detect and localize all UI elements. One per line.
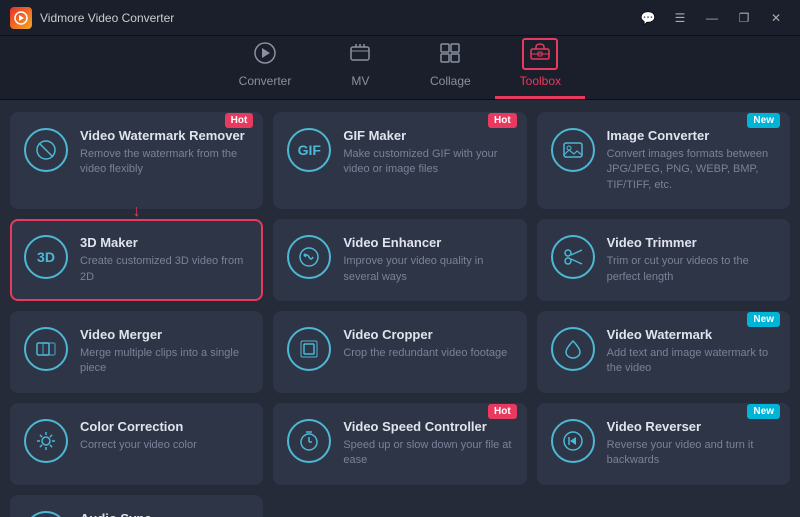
tool-card-video-watermark[interactable]: New Video Watermark Add text and image w…	[537, 311, 790, 393]
tool-info-color-correction: Color Correction Correct your video colo…	[80, 419, 249, 453]
tool-name-image-converter: Image Converter	[607, 128, 776, 143]
tool-info-gif-maker: GIF Maker Make customized GIF with your …	[343, 128, 512, 178]
tool-card-video-merger[interactable]: Video Merger Merge multiple clips into a…	[10, 311, 263, 393]
badge-video-reverser: New	[747, 404, 780, 419]
tool-info-video-speed-controller: Video Speed Controller Speed up or slow …	[343, 419, 512, 469]
tool-icon-video-speed-controller	[287, 419, 331, 463]
arrow-indicator: ↓	[133, 203, 141, 221]
tab-converter[interactable]: Converter	[215, 34, 316, 99]
tool-icon-video-cropper	[287, 327, 331, 371]
tool-name-gif-maker: GIF Maker	[343, 128, 512, 143]
tool-info-video-cropper: Video Cropper Crop the redundant video f…	[343, 327, 512, 361]
tool-info-video-reverser: Video Reverser Reverse your video and tu…	[607, 419, 776, 469]
toolbox-icon	[522, 38, 558, 70]
tool-icon-video-merger	[24, 327, 68, 371]
tool-icon-gif-maker: GIF	[287, 128, 331, 172]
tool-icon-image-converter	[551, 128, 595, 172]
close-button[interactable]: ✕	[762, 8, 790, 28]
tool-icon-video-enhancer	[287, 235, 331, 279]
badge-video-watermark-remover: Hot	[225, 113, 254, 128]
tool-card-gif-maker[interactable]: Hot GIF GIF Maker Make customized GIF wi…	[273, 112, 526, 209]
tool-card-video-enhancer[interactable]: Video Enhancer Improve your video qualit…	[273, 219, 526, 301]
tool-card-audio-sync[interactable]: Audio Sync	[10, 495, 263, 517]
nav-tabs: Converter MV Collage	[0, 36, 800, 100]
titlebar-controls: 💬 ☰ — ❐ ✕	[634, 8, 790, 28]
tool-desc-gif-maker: Make customized GIF with your video or i…	[343, 147, 512, 178]
tool-name-audio-sync: Audio Sync	[80, 511, 249, 517]
tool-icon-video-watermark	[551, 327, 595, 371]
app-logo	[10, 7, 32, 29]
tool-card-video-trimmer[interactable]: Video Trimmer Trim or cut your videos to…	[537, 219, 790, 301]
titlebar-left: Vidmore Video Converter	[10, 7, 174, 29]
tool-name-video-speed-controller: Video Speed Controller	[343, 419, 512, 434]
tool-desc-video-cropper: Crop the redundant video footage	[343, 346, 512, 361]
tool-name-video-trimmer: Video Trimmer	[607, 235, 776, 250]
menu-button[interactable]: ☰	[666, 8, 694, 28]
tool-name-video-reverser: Video Reverser	[607, 419, 776, 434]
restore-button[interactable]: ❐	[730, 8, 758, 28]
main-content: Hot Video Watermark Remover Remove the w…	[0, 100, 800, 517]
tool-desc-image-converter: Convert images formats between JPG/JPEG,…	[607, 147, 776, 193]
tool-info-video-trimmer: Video Trimmer Trim or cut your videos to…	[607, 235, 776, 285]
titlebar: Vidmore Video Converter 💬 ☰ — ❐ ✕	[0, 0, 800, 36]
tool-name-video-watermark-remover: Video Watermark Remover	[80, 128, 249, 143]
collage-icon	[439, 42, 461, 70]
tool-info-video-enhancer: Video Enhancer Improve your video qualit…	[343, 235, 512, 285]
tool-desc-video-watermark: Add text and image watermark to the vide…	[607, 346, 776, 377]
tool-card-video-reverser[interactable]: New Video Reverser Reverse your video an…	[537, 403, 790, 485]
tool-icon-color-correction	[24, 419, 68, 463]
tool-name-video-merger: Video Merger	[80, 327, 249, 342]
tool-info-audio-sync: Audio Sync	[80, 511, 249, 517]
tab-mv[interactable]: MV	[315, 34, 405, 99]
chat-button[interactable]: 💬	[634, 8, 662, 28]
tool-icon-video-reverser	[551, 419, 595, 463]
tool-name-color-correction: Color Correction	[80, 419, 249, 434]
converter-icon	[254, 42, 276, 70]
tool-card-video-watermark-remover[interactable]: Hot Video Watermark Remover Remove the w…	[10, 112, 263, 209]
tool-icon-video-trimmer	[551, 235, 595, 279]
mv-icon	[349, 42, 371, 70]
tool-desc-video-merger: Merge multiple clips into a single piece	[80, 346, 249, 377]
tool-info-video-merger: Video Merger Merge multiple clips into a…	[80, 327, 249, 377]
tool-card-video-cropper[interactable]: Video Cropper Crop the redundant video f…	[273, 311, 526, 393]
tool-name-3d-maker: 3D Maker	[80, 235, 249, 250]
tool-desc-video-enhancer: Improve your video quality in several wa…	[343, 254, 512, 285]
tools-grid: Hot Video Watermark Remover Remove the w…	[10, 112, 790, 517]
tool-desc-video-watermark-remover: Remove the watermark from the video flex…	[80, 147, 249, 178]
tool-name-video-watermark: Video Watermark	[607, 327, 776, 342]
tool-card-color-correction[interactable]: Color Correction Correct your video colo…	[10, 403, 263, 485]
tool-info-image-converter: Image Converter Convert images formats b…	[607, 128, 776, 193]
tool-name-video-enhancer: Video Enhancer	[343, 235, 512, 250]
tool-card-image-converter[interactable]: New Image Converter Convert images forma…	[537, 112, 790, 209]
tool-name-video-cropper: Video Cropper	[343, 327, 512, 342]
minimize-button[interactable]: —	[698, 8, 726, 28]
tool-icon-audio-sync	[24, 511, 68, 517]
tab-toolbox[interactable]: Toolbox	[495, 30, 585, 99]
tool-info-video-watermark-remover: Video Watermark Remover Remove the water…	[80, 128, 249, 178]
tab-collage[interactable]: Collage	[405, 34, 495, 99]
tab-toolbox-label: Toolbox	[520, 74, 561, 88]
tool-desc-color-correction: Correct your video color	[80, 438, 249, 453]
badge-gif-maker: Hot	[488, 113, 517, 128]
tab-collage-label: Collage	[430, 74, 471, 88]
tab-converter-label: Converter	[239, 74, 292, 88]
tool-desc-video-speed-controller: Speed up or slow down your file at ease	[343, 438, 512, 469]
app-title: Vidmore Video Converter	[40, 11, 174, 25]
tool-desc-video-reverser: Reverse your video and turn it backwards	[607, 438, 776, 469]
tool-info-3d-maker: 3D Maker Create customized 3D video from…	[80, 235, 249, 285]
tool-card-3d-maker[interactable]: 3D 3D Maker Create customized 3D video f…	[10, 219, 263, 301]
badge-video-speed-controller: Hot	[488, 404, 517, 419]
tool-card-video-speed-controller[interactable]: Hot Video Speed Controller Speed up or s…	[273, 403, 526, 485]
tool-desc-video-trimmer: Trim or cut your videos to the perfect l…	[607, 254, 776, 285]
badge-image-converter: New	[747, 113, 780, 128]
tab-mv-label: MV	[351, 74, 369, 88]
tool-info-video-watermark: Video Watermark Add text and image water…	[607, 327, 776, 377]
badge-video-watermark: New	[747, 312, 780, 327]
tool-icon-video-watermark-remover	[24, 128, 68, 172]
tool-desc-3d-maker: Create customized 3D video from 2D	[80, 254, 249, 285]
tool-icon-3d-maker: 3D	[24, 235, 68, 279]
